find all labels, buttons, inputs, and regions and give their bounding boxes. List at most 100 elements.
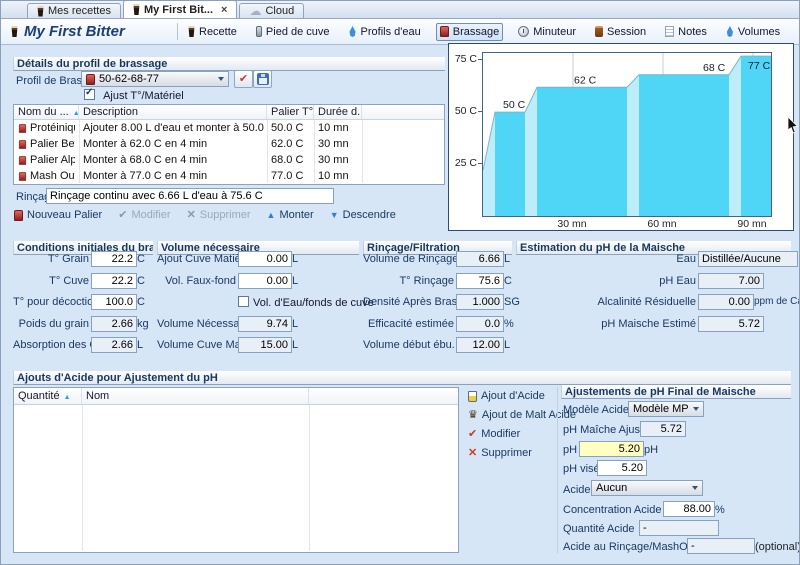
- column-header-quantity[interactable]: Quantité▲: [14, 388, 82, 404]
- modifier-button[interactable]: ✔Modifier: [468, 428, 576, 440]
- toolbar-button-recette[interactable]: Recette: [184, 23, 241, 41]
- absorption-des-grains-label: Absorption des Grains: [13, 339, 89, 351]
- button-label: Nouveau Palier: [27, 209, 102, 221]
- column-header-temp[interactable]: Palier T°: [267, 105, 314, 119]
- tab-close-icon[interactable]: ×: [221, 5, 227, 15]
- descendre-button[interactable]: ▼Descendre: [330, 209, 396, 221]
- toolbar-button-brassage[interactable]: Brassage: [436, 23, 503, 41]
- cell-name: Palier Beta: [14, 136, 79, 152]
- mash-steps-table: Nom du ...▲ Description Palier T° Durée …: [13, 104, 445, 185]
- modifier-button: ✔Modifier: [118, 209, 170, 221]
- mashtun-icon: [14, 210, 23, 221]
- acid-quantity-label: Quantité Acide: [563, 523, 635, 535]
- column-header-duration[interactable]: Durée d...: [314, 105, 362, 119]
- vol-faux-fond-input[interactable]: [238, 273, 292, 289]
- optional-note: (optional): [755, 541, 800, 553]
- mashtun-icon: [19, 124, 26, 133]
- tab-my-first-bit[interactable]: My First Bit...×: [123, 0, 238, 18]
- toolbar-button-label: Profils d'eau: [361, 26, 421, 38]
- poids-du-grain-value: [91, 316, 137, 332]
- toolbar: Recette Pied de cuve Profils d'eau Brassage…: [184, 22, 799, 41]
- ph-maische-estim-label: pH Maische Estimé: [516, 318, 696, 330]
- acid-concentration-input[interactable]: [663, 501, 715, 517]
- clock-icon: [518, 26, 529, 37]
- acid-table: Quantité▲ Nom: [13, 387, 459, 553]
- ajout-cuve-mati-re-input[interactable]: [238, 251, 292, 267]
- ph-label: pH: [563, 444, 577, 456]
- column-divider: [362, 120, 363, 183]
- adjust-temp-checkbox[interactable]: Ajust T°/Matériel: [84, 89, 184, 102]
- column-header-nom[interactable]: Nom: [82, 388, 309, 404]
- vol-d-eau-fonds-de-cuve-checkbox[interactable]: Vol. d'Eau/fonds de cuve: [238, 296, 374, 309]
- delete-icon: ✕: [187, 210, 196, 221]
- volume-d-but-bu-value: [456, 337, 504, 353]
- vol-faux-fond-label: Vol. Faux-fond: [157, 275, 236, 287]
- t-cuve-input[interactable]: [91, 273, 137, 289]
- edit-profile-button[interactable]: ✔: [234, 70, 253, 88]
- ajout-cuve-mati-re-label: Ajout Cuve Matière: [157, 253, 236, 265]
- mashtun-icon: [19, 140, 26, 149]
- toolbar-button-notes[interactable]: Notes: [661, 23, 711, 41]
- ph-input[interactable]: [579, 441, 644, 457]
- t-pour-d-coction-input[interactable]: [91, 294, 137, 310]
- mash-steps-header: Nom du ...▲ Description Palier T° Durée …: [14, 105, 444, 120]
- cell-description: Ajouter 8.00 L d'eau et monter à 50.0 C …: [79, 120, 267, 136]
- t-grain-input[interactable]: [91, 251, 137, 267]
- button-label: Ajout d'Acide: [481, 390, 545, 402]
- ajout-de-malt-acide-button[interactable]: ♛Ajout de Malt Acide: [468, 409, 576, 421]
- ajout-d-acide-button[interactable]: Ajout d'Acide: [468, 390, 576, 402]
- button-label: Monter: [279, 209, 313, 221]
- ph-eau-label: pH Eau: [516, 275, 696, 287]
- y-axis-tick-label: 75 C: [451, 53, 477, 65]
- t-pour-d-coction-label: T° pour décoction: [13, 296, 89, 308]
- t-cuve-unit: C: [137, 275, 145, 287]
- column-header-name[interactable]: Nom du ...▲: [14, 105, 79, 119]
- step-name: Protéinique: [30, 120, 75, 136]
- nouveau-palier-button[interactable]: Nouveau Palier: [14, 209, 102, 221]
- y-axis-tick: [478, 59, 482, 60]
- flask-icon: [256, 26, 262, 37]
- sparge-description-input[interactable]: [46, 188, 334, 204]
- button-label: Ajout de Malt Acide: [482, 409, 576, 421]
- cell-duration: 30 mn: [314, 136, 362, 152]
- edit-icon: ✔: [468, 429, 477, 440]
- toolbar-button-profils-d-eau[interactable]: Profils d'eau: [345, 23, 425, 41]
- acid-table-header: Quantité▲ Nom: [14, 388, 458, 405]
- sparge-acid-value: [687, 538, 755, 554]
- monter-button[interactable]: ▲Monter: [267, 209, 314, 221]
- supprimer-button[interactable]: ✕Supprimer: [468, 447, 576, 459]
- t-rin-age-unit: C: [504, 275, 512, 287]
- y-axis-tick: [478, 163, 482, 164]
- ph-target-label: pH visé: [563, 463, 600, 475]
- t-rin-age-input[interactable]: [456, 273, 504, 289]
- toolbar-button-label: Session: [607, 26, 646, 38]
- ph-target-input[interactable]: [597, 460, 647, 476]
- toolbar-button-pied-de-cuve[interactable]: Pied de cuve: [252, 23, 334, 41]
- toolbar-button-volumes[interactable]: Volumes: [722, 23, 784, 41]
- pint-icon: [11, 26, 18, 37]
- save-profile-button[interactable]: [253, 70, 272, 88]
- efficacit-estim-e-value: [456, 316, 504, 332]
- mashtun-icon: [86, 74, 95, 85]
- volume-d-but-bu-unit: L: [504, 339, 510, 351]
- toolbar-separator: [177, 23, 178, 40]
- cell-description: Monter à 68.0 C en 4 min: [79, 152, 267, 168]
- tab-cloud[interactable]: ☁Cloud: [239, 3, 304, 18]
- poids-du-grain-unit: kg: [137, 318, 149, 330]
- section-header-ph-adjust: Ajustements de pH Final de Maische: [561, 385, 791, 399]
- acid-value: Aucun: [596, 482, 688, 494]
- toolbar-button-label: Pied de cuve: [266, 26, 330, 38]
- acid-select[interactable]: Aucun: [591, 480, 703, 496]
- tab-mes-recettes[interactable]: Mes recettes: [27, 3, 121, 18]
- toolbar-button-minuteur[interactable]: Minuteur: [514, 23, 580, 41]
- checkbox-icon: [238, 296, 249, 307]
- acid-model-select[interactable]: Modèle MPH 3: [628, 401, 704, 417]
- y-axis-tick-label: 50 C: [451, 105, 477, 117]
- mash-profile-select[interactable]: 50-62-68-77: [81, 71, 229, 87]
- toolbar-button-session[interactable]: Session: [591, 23, 650, 41]
- acid-concentration-unit: %: [715, 504, 725, 516]
- volume-de-rin-age-unit: L: [504, 253, 510, 265]
- column-header-description[interactable]: Description: [79, 105, 267, 119]
- acid-model-label: Modèle Acide: [563, 404, 629, 416]
- chart-step-label: 62 C: [574, 74, 597, 86]
